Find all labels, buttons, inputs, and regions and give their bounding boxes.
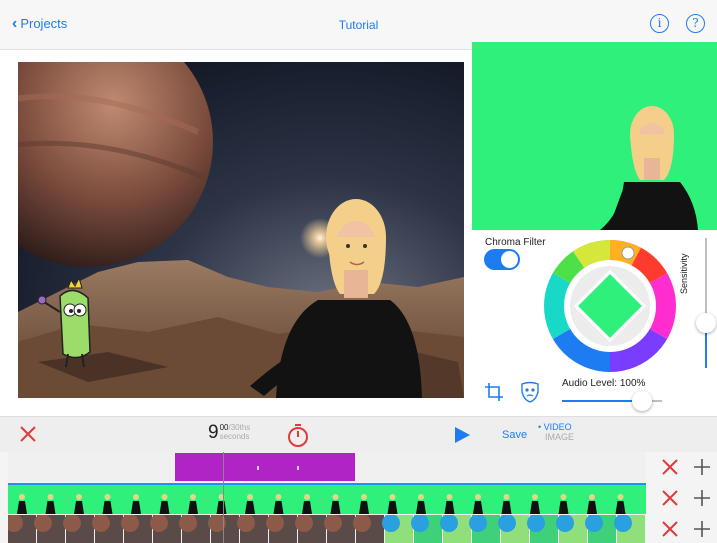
green-track-controls xyxy=(658,486,716,510)
frame-figure-head xyxy=(19,494,25,500)
source-video-preview[interactable] xyxy=(472,42,717,230)
green-screen-frame-thumbnails xyxy=(17,494,626,514)
frame-figure xyxy=(273,501,284,514)
toggle-knob xyxy=(501,251,518,268)
frame-figure xyxy=(359,501,369,514)
frame-figure-head xyxy=(247,494,253,500)
frame-figure-head xyxy=(47,494,54,500)
audio-waveform-marks xyxy=(257,466,299,470)
timeline-toolbar: 9 00/30ths seconds Save • VIDEO IMAGE xyxy=(0,416,717,452)
close-icon[interactable] xyxy=(18,424,38,444)
frame-figure-head xyxy=(418,494,424,500)
timeline-playhead[interactable] xyxy=(223,452,224,543)
frame-figure xyxy=(615,501,626,514)
frame-figure xyxy=(444,501,455,514)
frame-figure-head xyxy=(589,494,595,500)
audio-track-controls xyxy=(658,455,716,479)
play-icon[interactable] xyxy=(453,426,471,444)
frame-figure xyxy=(45,501,56,514)
info-icon[interactable]: i xyxy=(650,14,669,33)
frame-figure xyxy=(473,501,483,514)
frame-figure xyxy=(159,501,170,514)
frame-figure-head xyxy=(475,494,481,500)
add-track-icon[interactable] xyxy=(692,488,712,508)
frame-figure xyxy=(245,501,255,514)
frame-figure-head xyxy=(332,494,339,500)
background-track-controls xyxy=(658,517,716,541)
delete-track-icon[interactable] xyxy=(660,488,680,508)
frame-figure xyxy=(17,501,27,514)
chroma-control-panel: Chroma Filter Sensitivity Audio Level: 1… xyxy=(472,230,717,415)
frame-figure-head xyxy=(532,494,538,500)
mask-icon[interactable] xyxy=(520,381,540,403)
frame-figure-head xyxy=(304,494,310,500)
timer-icon[interactable] xyxy=(285,422,311,448)
composite-video-stage[interactable] xyxy=(18,62,464,398)
frame-figure xyxy=(216,501,227,514)
time-frames-unit: /30ths xyxy=(228,423,251,432)
audio-level-slider-handle[interactable] xyxy=(632,391,652,411)
audio-track-lane[interactable] xyxy=(8,452,646,482)
background-frame-thumbnails xyxy=(8,515,645,543)
audio-level-fill xyxy=(562,400,642,402)
save-button[interactable]: Save xyxy=(502,429,527,441)
frame-figure xyxy=(102,501,113,514)
output-mode-selector[interactable]: • VIDEO IMAGE xyxy=(538,422,574,442)
page-title: Tutorial xyxy=(338,18,379,32)
audio-clip[interactable] xyxy=(175,453,355,481)
frame-figure-head xyxy=(389,494,396,500)
hue-selector-handle xyxy=(621,246,635,260)
add-track-icon[interactable] xyxy=(692,519,712,539)
frame-figure xyxy=(530,501,540,514)
sensitivity-slider-handle[interactable] xyxy=(696,312,716,333)
color-wheel[interactable] xyxy=(542,238,678,374)
frame-figure xyxy=(330,501,341,514)
frame-figure xyxy=(188,501,198,514)
background-video-track[interactable] xyxy=(8,515,646,543)
help-icon[interactable]: ? xyxy=(686,14,705,33)
timeline-tracks xyxy=(0,452,717,543)
frame-figure xyxy=(416,501,426,514)
frame-figure-head xyxy=(446,494,453,500)
mode-image-option[interactable]: IMAGE xyxy=(538,432,574,442)
time-readout: 9 00/30ths seconds xyxy=(208,423,250,443)
chroma-filter-label: Chroma Filter xyxy=(485,237,546,248)
frame-figure-head xyxy=(361,494,367,500)
frame-figure-head xyxy=(275,494,282,500)
space-scene-image xyxy=(18,62,464,398)
frame-figure xyxy=(501,501,512,514)
green-screen-source-image xyxy=(472,42,717,230)
time-unit: seconds xyxy=(219,432,250,441)
frame-figure-head xyxy=(503,494,510,500)
crop-icon[interactable] xyxy=(484,382,504,402)
frame-figure-head xyxy=(104,494,111,500)
frame-figure xyxy=(131,501,141,514)
frame-figure-head xyxy=(76,494,82,500)
frame-figure xyxy=(302,501,312,514)
chroma-filter-toggle[interactable] xyxy=(484,249,520,270)
time-seconds: 9 xyxy=(208,422,219,443)
frame-figure-head xyxy=(161,494,168,500)
frame-figure xyxy=(558,501,569,514)
frame-figure-head xyxy=(190,494,196,500)
delete-track-icon[interactable] xyxy=(660,519,680,539)
frame-figure-head xyxy=(617,494,624,500)
delete-track-icon[interactable] xyxy=(660,457,680,477)
audio-level-label: Audio Level: 100% xyxy=(562,378,646,389)
frame-figure xyxy=(387,501,398,514)
frame-figure-head xyxy=(560,494,567,500)
mode-video-option[interactable]: VIDEO xyxy=(544,422,572,432)
frame-figure xyxy=(587,501,597,514)
add-track-icon[interactable] xyxy=(692,457,712,477)
green-screen-video-track[interactable] xyxy=(8,483,646,514)
frame-figure xyxy=(74,501,84,514)
frame-figure-head xyxy=(133,494,139,500)
sensitivity-label: Sensitivity xyxy=(679,253,689,294)
